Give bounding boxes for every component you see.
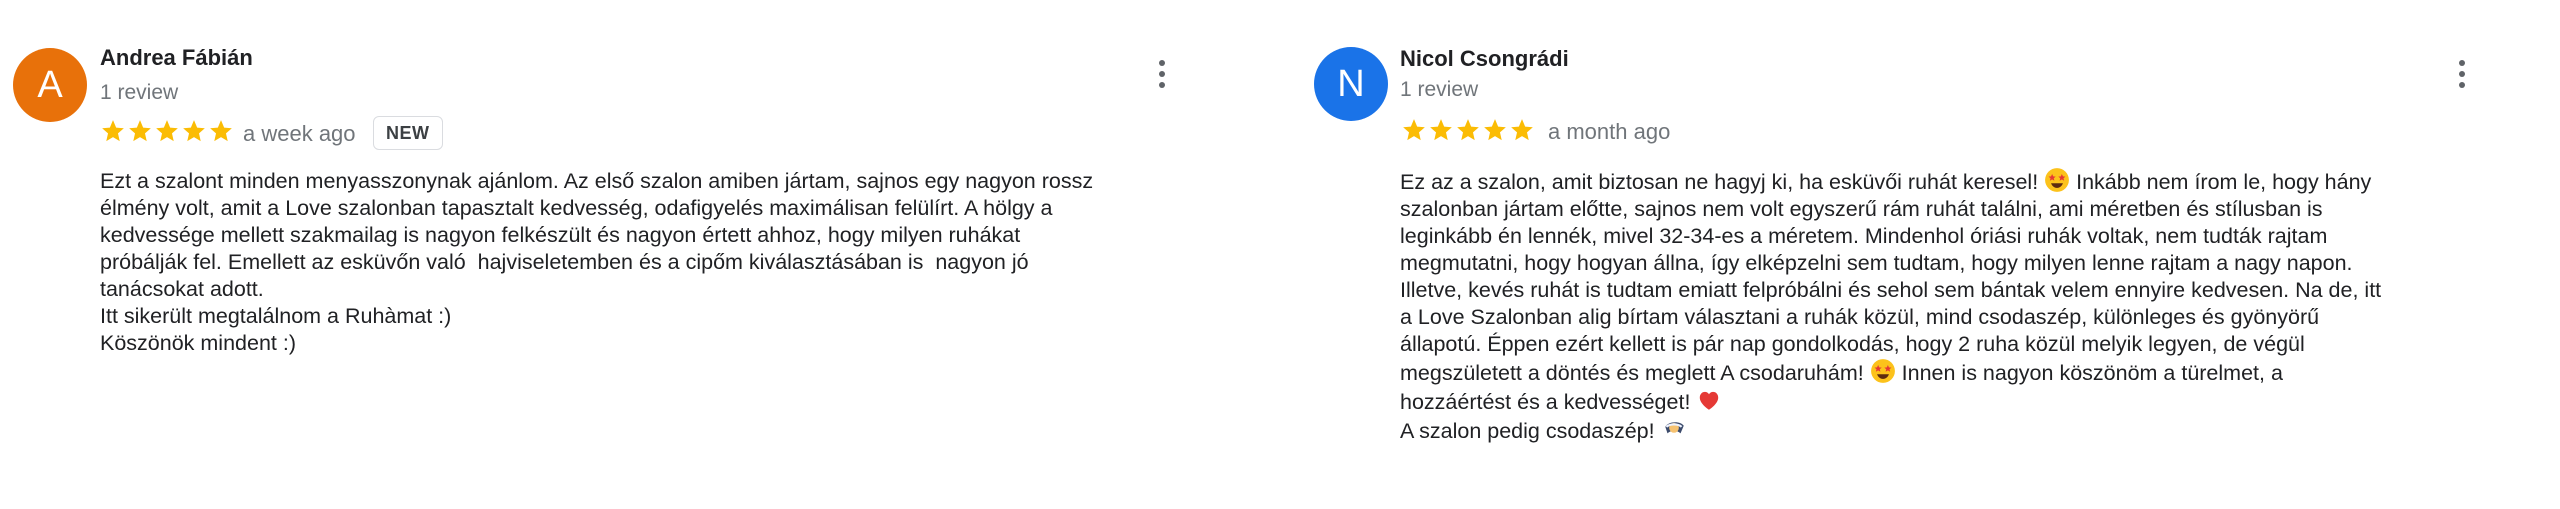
review-text: Ez az a szalon, amit biztosan ne hagyj k…: [1400, 167, 2381, 445]
star-icon: [181, 118, 207, 144]
reviewer-name[interactable]: Nicol Csongrádi: [1400, 46, 1569, 72]
star-icon: [1509, 117, 1535, 143]
star-icon: [208, 118, 234, 144]
review-line: állapotú. Éppen ezért kellett is pár nap…: [1400, 332, 2305, 356]
review-text: Ezt a szalont minden menyasszonynak aján…: [100, 168, 1093, 357]
review-line: Köszönök mindent :): [100, 331, 296, 355]
review-card: N Nicol Csongrádi 1 review a month ago E…: [1308, 0, 2560, 509]
review-text-segment: Inkább nem írom le, hogy hány: [2070, 170, 2372, 194]
review-date: a week ago: [243, 121, 356, 146]
review-line: kedvessége mellett szakmailag is nagyon …: [100, 223, 1021, 247]
star-struck-emoji: [2044, 167, 2070, 193]
review-line: A szalon pedig csodaszép!: [1400, 416, 2381, 445]
more-options-icon[interactable]: [2447, 54, 2477, 94]
star-rating: [100, 118, 234, 144]
star-icon: [1482, 117, 1508, 143]
review-line: élmény volt, amit a Love szalonban tapas…: [100, 196, 1053, 220]
review-line: hozzáértést és a kedvességet!: [1400, 387, 2381, 416]
review-text-segment: hozzáértést és a kedvességet!: [1400, 390, 1697, 414]
star-icon: [154, 118, 180, 144]
review-line: Itt sikerült megtalálnom a Ruhàmat :): [100, 304, 452, 328]
review-date: a month ago: [1548, 119, 1671, 144]
review-text-segment: Innen is nagyon köszönöm a türelmet, a: [1895, 361, 2283, 385]
reviewer-name[interactable]: Andrea Fábián: [100, 45, 253, 71]
review-text-segment: megszületett a döntés és meglett A csoda…: [1400, 361, 1870, 385]
avatar[interactable]: N: [1314, 47, 1388, 121]
bridal-veil-emoji: [1661, 416, 1687, 442]
review-line: Ez az a szalon, amit biztosan ne hagyj k…: [1400, 167, 2381, 196]
review-count: 1 review: [1400, 78, 1479, 101]
avatar[interactable]: A: [13, 48, 87, 122]
star-icon: [1428, 117, 1454, 143]
review-count: 1 review: [100, 81, 179, 104]
review-text-segment: A szalon pedig csodaszép!: [1400, 419, 1661, 443]
review-line: próbálják fel. Emellett az esküvőn való …: [100, 250, 1029, 274]
star-icon: [1401, 117, 1427, 143]
star-icon: [100, 118, 126, 144]
review-text-segment: Ez az a szalon, amit biztosan ne hagyj k…: [1400, 170, 2045, 194]
review-line: Ezt a szalont minden menyasszonynak aján…: [100, 169, 1094, 193]
review-line: szalonban jártam előtte, sajnos nem volt…: [1400, 197, 2323, 221]
star-icon: [1455, 117, 1481, 143]
review-line: tanácsokat adott.: [100, 277, 264, 301]
review-line: a Love Szalonban alig bírtam választani …: [1400, 305, 2320, 329]
review-line: megszületett a döntés és meglett A csoda…: [1400, 358, 2381, 387]
new-badge: NEW: [373, 116, 443, 150]
divider: [1250, 0, 1308, 509]
review-line: Illetve, kevés ruhát is tudtam emiatt fe…: [1400, 278, 2382, 302]
star-rating: [1401, 117, 1535, 143]
review-line: leginkább én lennék, mivel 32-34-es a mé…: [1400, 224, 2328, 248]
red-heart-emoji: [1696, 387, 1722, 413]
more-options-icon[interactable]: [1147, 54, 1177, 94]
star-icon: [127, 118, 153, 144]
review-card: A Andrea Fábián 1 review a week ago NEW …: [0, 0, 1250, 405]
star-struck-emoji: [1870, 358, 1896, 384]
review-line: megmutatni, hogy hogyan állna, így elkép…: [1400, 251, 2353, 275]
